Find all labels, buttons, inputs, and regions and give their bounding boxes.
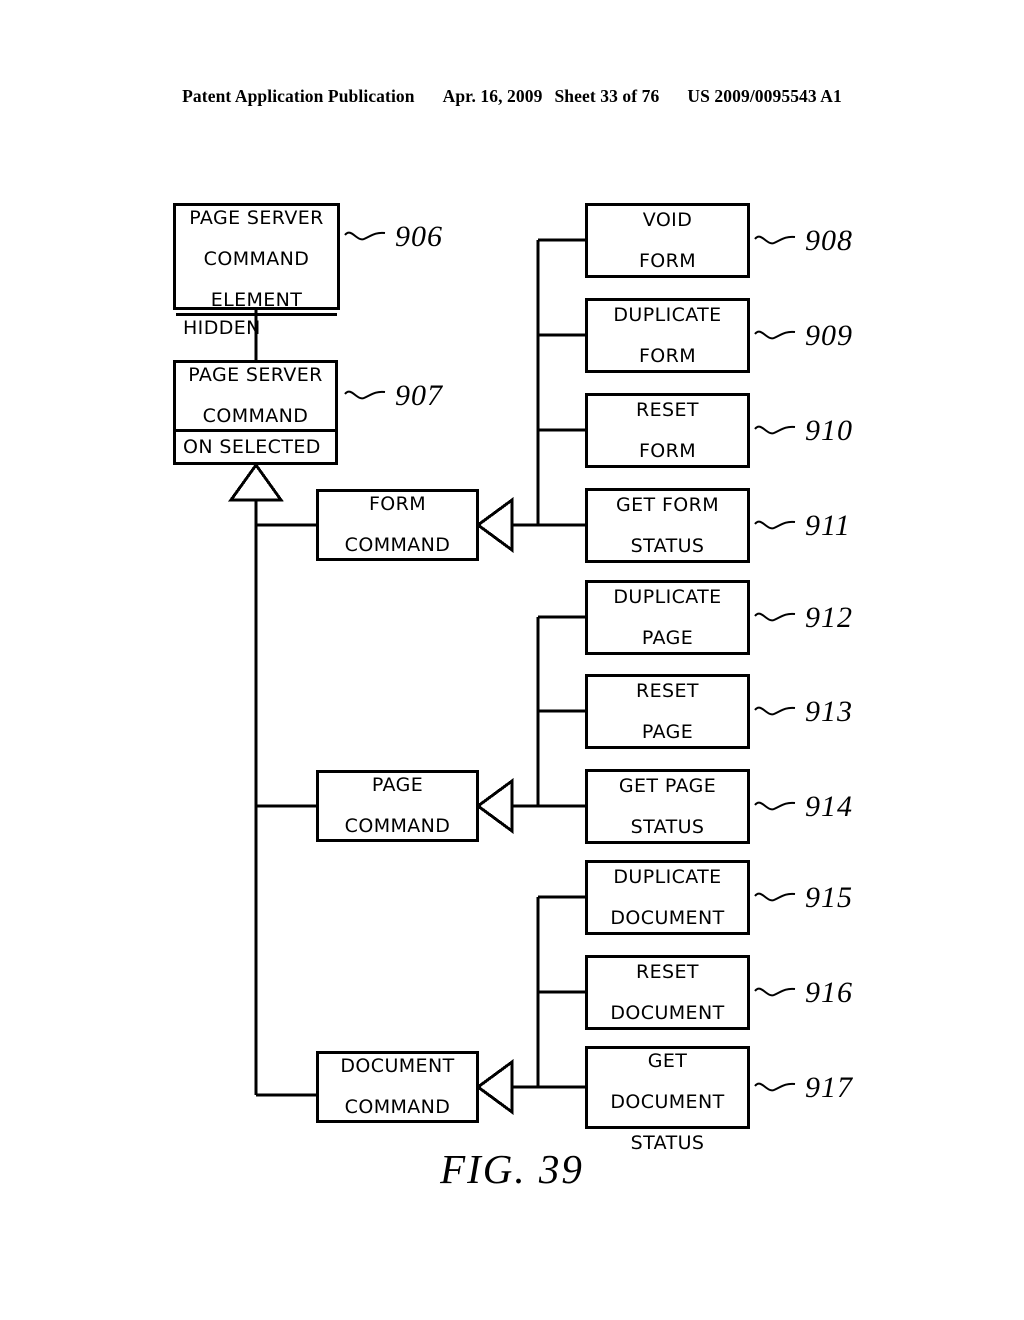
reference-leader-909: 909 [754, 321, 853, 351]
node-void-form[interactable]: VOID FORM [585, 203, 750, 278]
reference-leader-917: 917 [754, 1073, 853, 1103]
leader-squiggle [754, 1082, 796, 1092]
node-title: GET FORM STATUS [615, 493, 720, 557]
leader-squiggle [754, 987, 796, 997]
reference-leader-911: 911 [754, 511, 851, 541]
generalization-triangle-document-command [475, 1059, 514, 1115]
node-title: DUPLICATE PAGE [613, 585, 722, 649]
node-title: RESET PAGE [636, 679, 699, 743]
node-title: DUPLICATE FORM [613, 303, 722, 367]
node-title: VOID FORM [638, 208, 697, 272]
node-duplicate-page[interactable]: DUPLICATE PAGE [585, 580, 750, 655]
reference-leader-912: 912 [754, 603, 853, 633]
node-title: PAGE SERVER COMMAND ELEMENT [189, 207, 324, 312]
node-attribute: HIDDEN [183, 316, 261, 339]
node-reset-document[interactable]: RESET DOCUMENT [585, 955, 750, 1030]
leader-squiggle [754, 801, 796, 811]
node-document-command[interactable]: DOCUMENT COMMAND [316, 1051, 479, 1123]
figure-connector-layer [0, 0, 1024, 1320]
node-title: DUPLICATE DOCUMENT [610, 865, 725, 929]
reference-leader-913: 913 [754, 697, 853, 727]
generalization-triangle-907 [228, 462, 284, 502]
node-title: RESET FORM [636, 398, 699, 462]
leader-squiggle [344, 390, 386, 400]
figure-caption: FIG. 39 [440, 1146, 584, 1192]
node-title: GET PAGE STATUS [618, 774, 717, 838]
reference-leader-907: 907 [344, 381, 443, 411]
node-page-server-command[interactable]: PAGE SERVER COMMAND ON SELECTED [173, 360, 338, 465]
node-duplicate-document[interactable]: DUPLICATE DOCUMENT [585, 860, 750, 935]
node-get-document-status[interactable]: GET DOCUMENT STATUS [585, 1046, 750, 1153]
node-title: RESET DOCUMENT [610, 960, 725, 1024]
leader-squiggle [754, 425, 796, 435]
node-duplicate-form[interactable]: DUPLICATE FORM [585, 298, 750, 373]
generalization-triangle-page-command [475, 778, 514, 834]
node-title: FORM COMMAND [344, 493, 451, 557]
reference-leader-906: 906 [344, 222, 443, 252]
reference-leader-914: 914 [754, 792, 853, 822]
reference-leader-915: 915 [754, 883, 853, 913]
leader-squiggle [754, 330, 796, 340]
node-get-form-status[interactable]: GET FORM STATUS [585, 488, 750, 563]
node-title: GET DOCUMENT STATUS [610, 1050, 725, 1155]
node-title: DOCUMENT COMMAND [340, 1055, 455, 1119]
reference-leader-910: 910 [754, 416, 853, 446]
node-reset-page[interactable]: RESET PAGE [585, 674, 750, 749]
node-title: PAGE SERVER COMMAND [188, 364, 323, 428]
reference-leader-908: 908 [754, 226, 853, 256]
leader-squiggle [754, 892, 796, 902]
node-attribute: ON SELECTED [183, 435, 321, 458]
reference-leader-916: 916 [754, 978, 853, 1008]
node-title: PAGE COMMAND [344, 774, 451, 838]
node-form-command[interactable]: FORM COMMAND [316, 489, 479, 561]
node-page-server-command-element[interactable]: PAGE SERVER COMMAND ELEMENT HIDDEN [173, 203, 340, 338]
leader-squiggle [344, 231, 386, 241]
leader-squiggle [754, 235, 796, 245]
node-page-command[interactable]: PAGE COMMAND [316, 770, 479, 842]
leader-squiggle [754, 520, 796, 530]
node-get-page-status[interactable]: GET PAGE STATUS [585, 769, 750, 844]
leader-squiggle [754, 612, 796, 622]
generalization-triangle-form-command [475, 497, 514, 553]
leader-squiggle [754, 706, 796, 716]
node-reset-form[interactable]: RESET FORM [585, 393, 750, 468]
